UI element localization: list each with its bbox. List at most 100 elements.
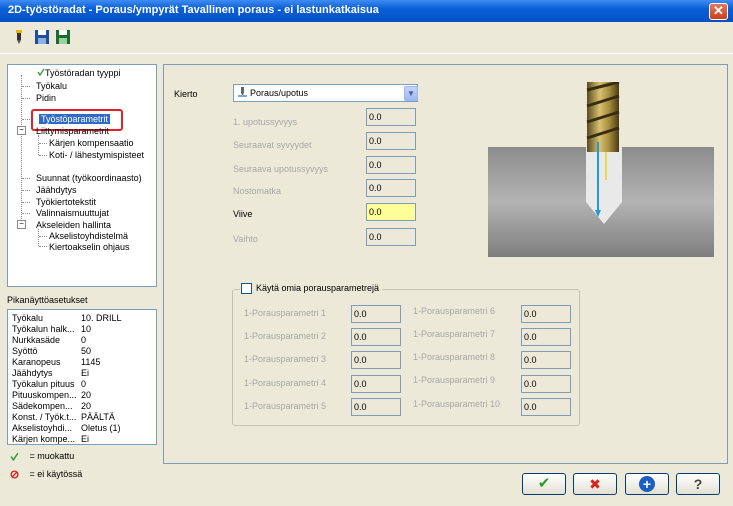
quick-label: Syöttö: [12, 346, 38, 356]
quick-label: Kärjen kompe...: [12, 434, 76, 444]
disabled-icon: [10, 470, 19, 479]
drill-illustration: [488, 82, 714, 257]
quick-value: Ei: [81, 368, 90, 378]
param-label: Nostomatka: [233, 186, 282, 196]
custom-param-label: 1-Porausparametri 10: [413, 399, 501, 409]
tree-item-home-points[interactable]: Koti- / lähestymispisteet: [49, 150, 144, 160]
next-peck-field[interactable]: 0.0: [366, 156, 416, 174]
parameters-page: Kierto Poraus/upotus ▼ 1. upotussyvyys 0…: [163, 64, 728, 464]
param-label: Vaihto: [233, 234, 258, 244]
tree-item-tip-compensation[interactable]: Kärjen kompensaatio: [49, 138, 134, 148]
legend-edited-label: = muokattu: [29, 451, 75, 461]
custom-param-label: 1-Porausparametri 2: [244, 331, 327, 341]
subsequent-peck-field[interactable]: 0.0: [366, 132, 416, 150]
window-title: 2D-työstöradat - Poraus/ympyrät Tavallin…: [8, 4, 379, 16]
collapse-icon[interactable]: −: [17, 126, 26, 135]
custom-param-6-field[interactable]: 0.0: [521, 305, 571, 323]
param-label: Viive: [233, 209, 253, 219]
custom-param-1-field[interactable]: 0.0: [351, 305, 401, 323]
question-icon: ?: [693, 476, 703, 492]
quick-label: Työkalun pituus: [12, 379, 75, 389]
tree-item-rotary-axis[interactable]: Kiertoakselin ohjaus: [49, 242, 130, 252]
custom-param-8-field[interactable]: 0.0: [521, 351, 571, 369]
toolbar: [0, 22, 733, 54]
tree-item-misc-values[interactable]: Valinnaismuuttujat: [36, 208, 109, 218]
quick-value: 1145: [81, 357, 101, 367]
ok-button[interactable]: ✔: [522, 473, 566, 495]
tree-item-axis-combination[interactable]: Akselistoyhdistelmä: [49, 231, 128, 241]
custom-param-label: 1-Porausparametri 4: [244, 378, 327, 388]
quick-value: 0: [81, 379, 87, 389]
custom-param-4-field[interactable]: 0.0: [351, 375, 401, 393]
quick-value: Oletus (1): [81, 423, 121, 433]
x-icon: ✖: [589, 476, 601, 492]
help-button[interactable]: ?: [676, 473, 720, 495]
tree-item-tool-path-type[interactable]: Työstöradan tyyppi: [36, 68, 121, 78]
cycle-select[interactable]: Poraus/upotus: [233, 84, 418, 102]
quick-value: 20: [81, 401, 92, 411]
plus-icon: +: [639, 476, 655, 492]
tool-icon[interactable]: [10, 28, 28, 46]
cancel-button[interactable]: ✖: [573, 473, 617, 495]
tree-item-holder[interactable]: Pidin: [36, 93, 56, 103]
quick-label: Jäähdytys: [12, 368, 53, 378]
tree-item-machining-parameters[interactable]: Työstöparametrit: [39, 114, 111, 124]
quick-value: 50: [81, 346, 92, 356]
custom-param-9-field[interactable]: 0.0: [521, 375, 571, 393]
custom-param-label: 1-Porausparametri 6: [413, 306, 496, 316]
save-as-icon[interactable]: [54, 28, 72, 46]
cycle-label: Kierto: [174, 89, 198, 99]
tree-item-entry-parameters[interactable]: Liittymisparametrit: [36, 126, 109, 136]
tree-item-tool[interactable]: Työkalu: [36, 81, 67, 91]
quick-label: Sädekompen...: [12, 401, 73, 411]
chevron-down-icon[interactable]: ▼: [404, 86, 418, 101]
title-bar: 2D-työstöradat - Poraus/ympyrät Tavallin…: [0, 0, 733, 22]
custom-param-10-field[interactable]: 0.0: [521, 398, 571, 416]
custom-param-2-field[interactable]: 0.0: [351, 328, 401, 346]
custom-param-7-field[interactable]: 0.0: [521, 328, 571, 346]
legend-disabled-label: = ei käytössä: [29, 469, 83, 479]
custom-param-label: 1-Porausparametri 9: [413, 375, 496, 385]
custom-params-checkbox[interactable]: [241, 283, 252, 294]
shift-field[interactable]: 0.0: [366, 228, 416, 246]
custom-param-label: 1-Porausparametri 8: [413, 352, 496, 362]
close-button[interactable]: ✕: [709, 3, 728, 20]
checkmark-icon: [10, 452, 19, 462]
tree-item-axis-control[interactable]: Akseleiden hallinta: [36, 220, 111, 230]
collapse-icon[interactable]: −: [17, 220, 26, 229]
add-button[interactable]: +: [625, 473, 669, 495]
quick-view-panel: Työkalu 10. DRILL Työkalun halk... 10 Nurk…: [7, 309, 157, 445]
quick-label: Pituuskompen...: [12, 390, 77, 400]
quick-value: 10: [81, 324, 92, 334]
tree-item-coolant[interactable]: Jäähdytys: [36, 185, 77, 195]
param-label: 1. upotussyvyys: [233, 117, 298, 127]
parameter-tree: Työstöradan tyyppi Työkalu Pidin Työstöp…: [7, 64, 157, 287]
quick-label: Akselistoyhdi...: [12, 423, 73, 433]
quick-value: 10. DRILL: [81, 313, 122, 323]
param-label: Seuraavat syvyydet: [233, 140, 312, 150]
retract-amount-field[interactable]: 0.0: [366, 179, 416, 197]
quick-label: Konst. / Työk.t...: [12, 412, 77, 422]
custom-param-5-field[interactable]: 0.0: [351, 398, 401, 416]
custom-param-label: 1-Porausparametri 1: [244, 308, 327, 318]
quick-label: Karanopeus: [12, 357, 61, 367]
custom-param-label: 1-Porausparametri 5: [244, 401, 327, 411]
quick-value: 20: [81, 390, 92, 400]
custom-param-label: 1-Porausparametri 3: [244, 354, 327, 364]
legend-edited: = muokattu: [10, 451, 75, 462]
quick-value: Ei: [81, 434, 90, 444]
quick-view-title: Pikanäyttöasetukset: [7, 295, 88, 305]
first-peck-field[interactable]: 0.0: [366, 108, 416, 126]
quick-value: PÄÄLTÄ: [81, 412, 115, 422]
custom-param-label: 1-Porausparametri 7: [413, 329, 496, 339]
quick-label: Työkalun halk...: [12, 324, 75, 334]
dwell-field[interactable]: 0.0: [366, 203, 416, 221]
param-label: Seuraava upotussyvyys: [233, 164, 329, 174]
custom-param-3-field[interactable]: 0.0: [351, 351, 401, 369]
tree-item-canned-text[interactable]: Työkiertotekstit: [36, 197, 96, 207]
save-icon[interactable]: [33, 28, 51, 46]
tree-item-planes[interactable]: Suunnat (työkoordinaasto): [36, 173, 142, 183]
quick-label: Työkalu: [12, 313, 44, 323]
custom-params-label: Käytä omia porausparametrejä: [240, 283, 383, 293]
quick-value: 0: [81, 335, 87, 345]
